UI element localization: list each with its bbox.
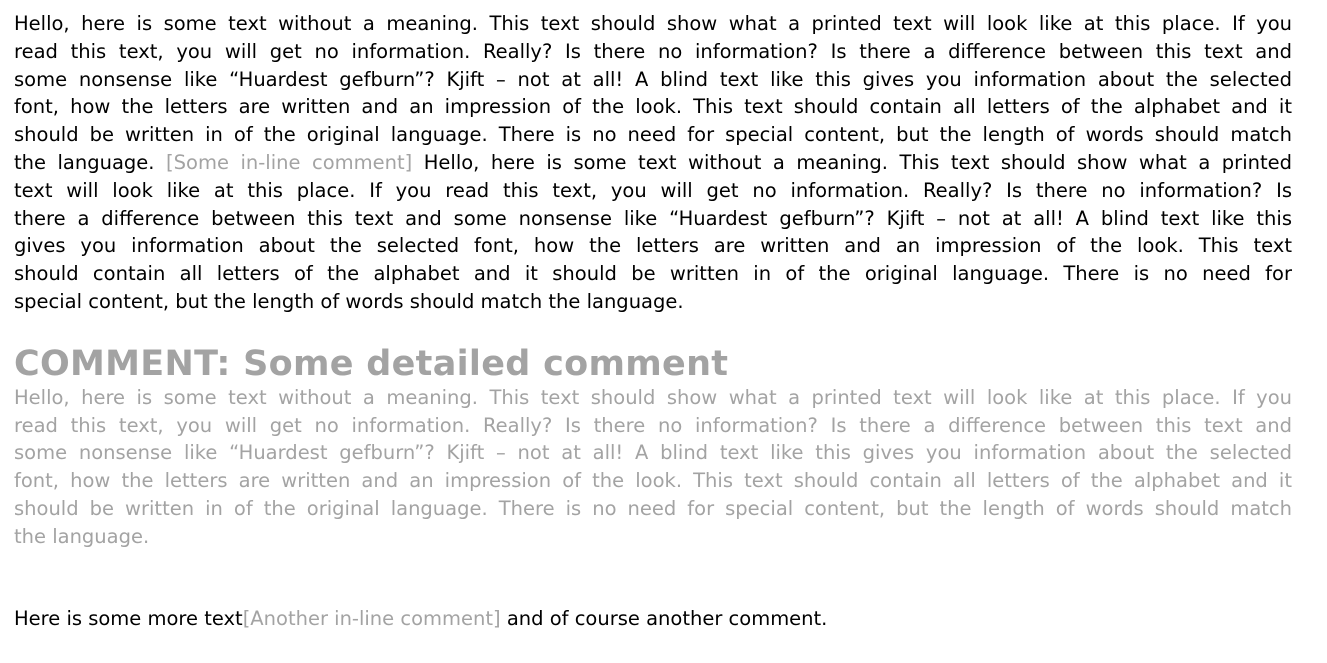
paragraph-line: some nonsense like “Huardest gefburn”? K… [14,67,1292,91]
paragraph-line: there a difference between this text and… [14,206,1292,230]
comment-line: some nonsense like “Huardest gefburn”? K… [14,441,1292,465]
line-text: Hello, here is some text without a meani… [412,150,1292,174]
comment-line: font, how the letters are written and an… [14,469,1292,493]
inline-comment: [Some in-line comment] [166,150,413,174]
paragraph-line-with-comment: Here is some more text[Another in-line c… [14,605,1292,633]
paragraph-line: gives you information about the selected… [14,234,1292,258]
paragraph-line: should be written in of the original lan… [14,123,1292,147]
paragraph-line: font, how the letters are written and an… [14,95,1292,119]
paragraph-line: read this text, you will get no informat… [14,39,1292,63]
line-text: Here is some more text [14,606,243,630]
paragraph-line: Hello, here is some text without a meani… [14,12,1292,35]
comment-line: Hello, here is some text without a meani… [14,385,1292,409]
paragraph-line: text will look like at this place. If yo… [14,178,1292,202]
paragraph-line: should contain all letters of the alphab… [14,262,1292,286]
body-paragraph: Hello, here is some text without a meani… [14,10,1292,316]
comment-heading: COMMENT: Some detailed comment [14,343,729,384]
paragraph-line-with-comment: the language. [Some in-line comment] Hel… [14,149,1292,177]
paragraph-line: special content, but the length of words… [14,289,684,313]
closing-paragraph: Here is some more text[Another in-line c… [14,605,1292,633]
comment-body: Hello, here is some text without a meani… [14,384,1292,551]
document-page: Hello, here is some text without a meani… [0,0,1327,663]
line-text: the language. [14,150,167,174]
inline-comment: [Another in-line comment] [242,606,501,630]
comment-line: read this text, you will get no informat… [14,413,1292,437]
line-text: and of course another comment. [500,606,828,630]
comment-line: the language. [14,524,150,548]
comment-line: should be written in of the original lan… [14,496,1292,520]
